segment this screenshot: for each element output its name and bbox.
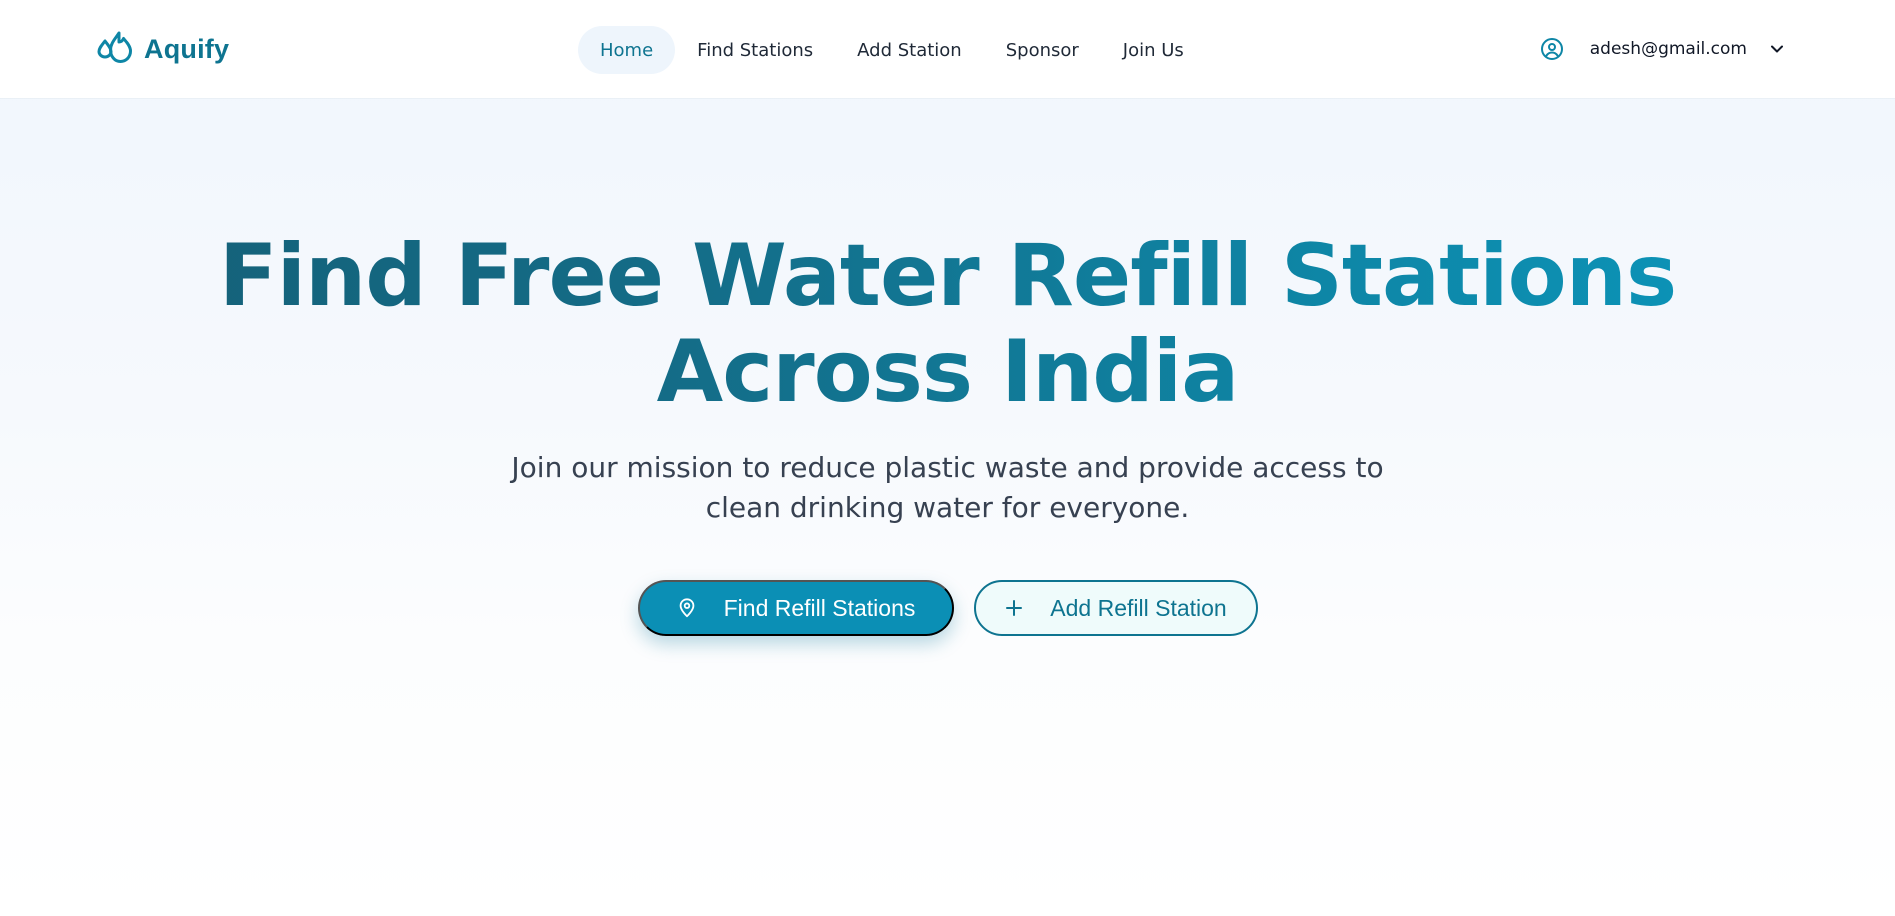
nav-item-join-us[interactable]: Join Us <box>1101 26 1206 74</box>
add-refill-station-button[interactable]: Add Refill Station <box>973 580 1258 636</box>
top-navbar: Aquify Home Find Stations Add Station Sp… <box>0 0 1895 98</box>
map-pin-icon <box>679 598 694 618</box>
nav-item-add-station[interactable]: Add Station <box>835 26 984 74</box>
hero-subtitle: Join our mission to reduce plastic waste… <box>511 451 1384 524</box>
chevron-down-icon[interactable] <box>1767 39 1787 59</box>
water-drops-icon <box>97 31 132 63</box>
main-nav: Home Find Stations Add Station Sponsor J… <box>578 26 1206 74</box>
find-refill-stations-button[interactable]: Find Refill Stations <box>637 580 954 636</box>
user-email: adesh@gmail.com <box>1589 39 1747 59</box>
add-refill-station-label: Add Refill Station <box>1050 594 1227 621</box>
hero-title: Find Free Water Refill Stations Across I… <box>0 228 1895 420</box>
user-menu[interactable]: adesh@gmail.com <box>1540 30 1787 68</box>
hero-section: Find Free Water Refill Stations Across I… <box>0 98 1895 636</box>
plus-icon <box>1006 600 1023 616</box>
find-refill-stations-label: Find Refill Stations <box>723 594 916 621</box>
brand-name: Aquify <box>144 33 230 64</box>
hero-actions: Find Refill Stations Add Refill Station <box>0 580 1895 636</box>
nav-item-home[interactable]: Home <box>578 26 676 74</box>
nav-item-sponsor[interactable]: Sponsor <box>984 26 1101 74</box>
hero-title-line-1: Find Free Water Refill Stations <box>218 226 1677 326</box>
hero-title-line-2: Across India <box>656 322 1239 422</box>
user-circle-icon <box>1540 38 1563 60</box>
nav-item-find-stations[interactable]: Find Stations <box>675 26 835 74</box>
brand-logo-link[interactable]: Aquify <box>96 28 229 70</box>
